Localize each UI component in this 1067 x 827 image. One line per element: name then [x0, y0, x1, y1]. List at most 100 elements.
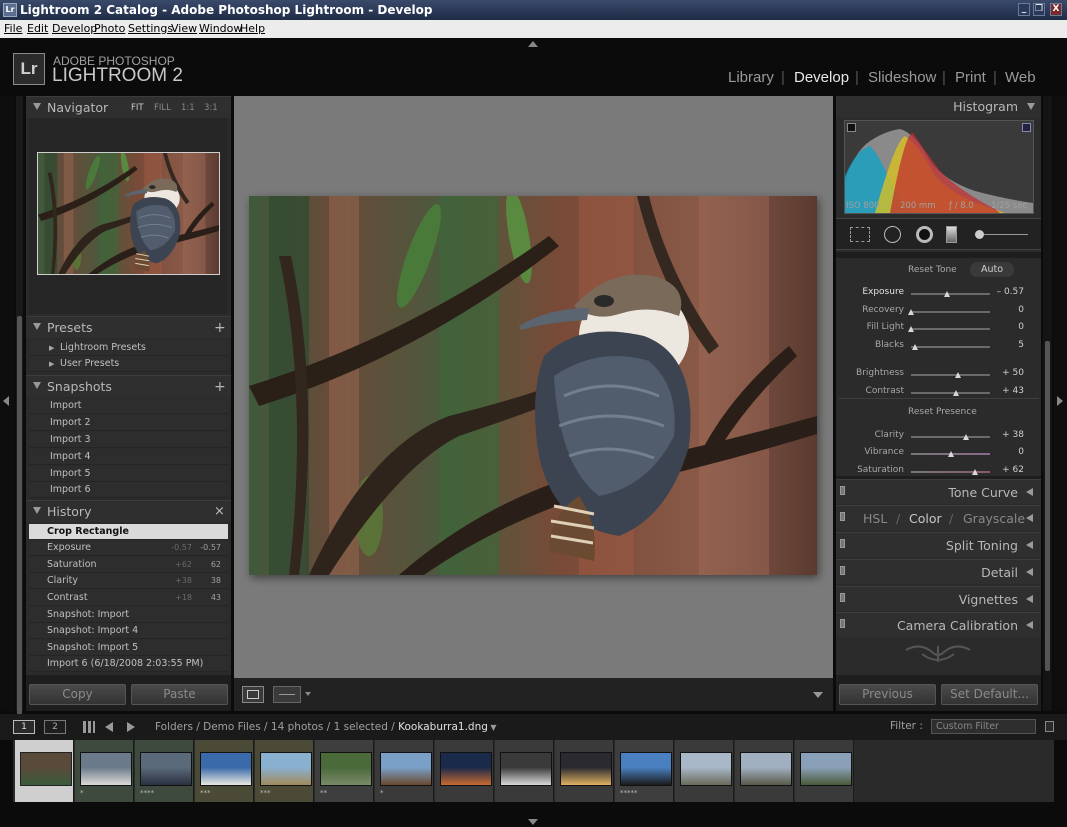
module-print[interactable]: Print [955, 69, 986, 86]
module-library[interactable]: Library [728, 69, 774, 86]
slider-value[interactable]: 0 [994, 322, 1024, 332]
histogram-header[interactable]: Histogram [836, 96, 1041, 118]
set-default-button[interactable]: Set Default... [941, 684, 1038, 705]
slider-track[interactable] [911, 311, 990, 313]
tone-curve-header[interactable]: Tone Curve [836, 479, 1041, 504]
navigator-preview[interactable] [37, 152, 220, 275]
copy-button[interactable]: Copy [29, 684, 126, 705]
filmstrip-thumbnail[interactable]: ** [315, 740, 374, 802]
filmstrip-thumbnail[interactable] [795, 740, 854, 802]
menu-edit[interactable]: Edit [27, 20, 48, 38]
slider-track[interactable] [911, 328, 990, 330]
filmstrip-thumbnail[interactable] [555, 740, 614, 802]
snapshot-item[interactable]: Import 3 [29, 432, 228, 448]
minimize-icon[interactable]: _ [1018, 3, 1030, 16]
scroll-thumb[interactable] [1045, 341, 1050, 671]
histogram-graph[interactable] [844, 120, 1034, 214]
slider-fill-light[interactable]: Fill Light 0 [836, 322, 1041, 336]
slider-contrast[interactable]: Contrast + 43 [836, 386, 1041, 400]
collapse-top-arrow-icon[interactable] [528, 41, 538, 47]
history-item[interactable]: Contrast +18 43 [29, 590, 228, 606]
toolbar-menu-icon[interactable] [813, 692, 823, 698]
slider-clarity[interactable]: Clarity + 38 [836, 430, 1041, 444]
filmstrip-thumbnail[interactable]: *** [195, 740, 254, 802]
slider-saturation[interactable]: Saturation + 62 [836, 465, 1041, 479]
history-item[interactable]: Snapshot: Import 4 [29, 623, 228, 639]
filmstrip-thumbnail[interactable] [495, 740, 554, 802]
nav-3-1[interactable]: 3:1 [204, 103, 218, 113]
shadow-clipping-icon[interactable] [847, 123, 856, 132]
spot-removal-icon[interactable] [884, 226, 901, 243]
slider-knob[interactable] [962, 434, 969, 440]
navigator-header[interactable]: Navigator FIT FILL 1:1 3:1 [26, 96, 231, 118]
collapse-right-arrow-icon[interactable] [1057, 396, 1063, 406]
history-header[interactable]: History × [26, 500, 231, 522]
presets-header[interactable]: Presets + [26, 316, 231, 338]
slider-track[interactable] [911, 346, 990, 348]
left-scrollbar[interactable] [16, 96, 23, 736]
slider-knob[interactable] [908, 309, 914, 315]
filter-dropdown[interactable]: Custom Filter [931, 719, 1036, 734]
filmstrip-thumbnail[interactable] [15, 740, 74, 802]
panel-switch-icon[interactable] [840, 566, 845, 575]
restore-icon[interactable]: ❐ [1033, 3, 1045, 16]
brush-slider[interactable] [984, 234, 1028, 235]
forward-arrow-icon[interactable] [127, 722, 135, 732]
filmstrip-thumbnail[interactable]: *** [255, 740, 314, 802]
slider-recovery[interactable]: Recovery 0 [836, 305, 1041, 319]
history-item[interactable]: Snapshot: Import [29, 607, 228, 623]
camera-calibration-header[interactable]: Camera Calibration [836, 612, 1041, 637]
collapse-bottom-arrow-icon[interactable] [528, 819, 538, 825]
snapshot-item[interactable]: Import 4 [29, 449, 228, 465]
menu-window[interactable]: Window [199, 20, 242, 38]
slider-track[interactable] [911, 471, 990, 473]
slider-value[interactable]: + 62 [994, 465, 1024, 475]
back-arrow-icon[interactable] [105, 722, 113, 732]
slider-blacks[interactable]: Blacks 5 [836, 340, 1041, 354]
grayscale-tab[interactable]: Grayscale [963, 511, 1025, 526]
adjustment-brush-icon[interactable] [975, 230, 984, 239]
slider-value[interactable]: + 50 [994, 368, 1024, 378]
menu-view[interactable]: View [171, 20, 197, 38]
add-preset-icon[interactable]: + [214, 320, 226, 336]
menu-settings[interactable]: Settings [128, 20, 173, 38]
hsl-header[interactable]: HSL / Color / Grayscale [836, 505, 1041, 530]
red-eye-icon[interactable] [916, 226, 933, 243]
history-item[interactable]: Import 6 (6/18/2008 2:03:55 PM) [29, 656, 228, 672]
slider-track[interactable] [911, 374, 990, 376]
slider-knob[interactable] [911, 344, 918, 350]
snapshot-item[interactable]: Import 5 [29, 466, 228, 482]
slider-track[interactable] [911, 392, 990, 394]
auto-tone-button[interactable]: Auto [970, 262, 1014, 277]
reset-presence-button[interactable]: Reset Presence [908, 407, 977, 417]
slider-value[interactable]: + 43 [994, 386, 1024, 396]
primary-window-button[interactable]: 1 [13, 720, 35, 734]
snapshots-header[interactable]: Snapshots + [26, 375, 231, 397]
filmstrip-thumbnail[interactable] [675, 740, 734, 802]
history-item[interactable]: Crop Rectangle [29, 524, 228, 540]
history-item[interactable]: Exposure -0.57 -0.57 [29, 540, 228, 556]
filmstrip-thumbnail[interactable]: * [75, 740, 134, 802]
slider-knob[interactable] [955, 372, 962, 378]
detail-header[interactable]: Detail [836, 559, 1041, 584]
graduated-filter-icon[interactable] [946, 226, 957, 243]
slider-value[interactable]: 5 [994, 340, 1024, 350]
slider-brightness[interactable]: Brightness + 50 [836, 368, 1041, 382]
split-toning-header[interactable]: Split Toning [836, 532, 1041, 557]
collapse-left-arrow-icon[interactable] [3, 396, 9, 406]
preset-folder[interactable]: ▶ Lightroom Presets [29, 340, 228, 356]
history-item[interactable]: Snapshot: Import 5 [29, 640, 228, 656]
snapshot-item[interactable]: Import 6 [29, 482, 228, 498]
right-scrollbar[interactable] [1043, 96, 1052, 711]
close-icon[interactable]: X [1050, 3, 1062, 16]
panel-switch-icon[interactable] [840, 619, 845, 628]
slider-value[interactable]: – 0.57 [994, 287, 1024, 297]
menu-help[interactable]: Help [240, 20, 265, 38]
snapshot-item[interactable]: Import [29, 398, 228, 414]
menu-file[interactable]: File [4, 20, 22, 38]
secondary-window-button[interactable]: 2 [44, 720, 66, 734]
slider-exposure[interactable]: Exposure – 0.57 [836, 287, 1041, 301]
module-slideshow[interactable]: Slideshow [868, 69, 936, 86]
menu-photo[interactable]: Photo [94, 20, 125, 38]
slider-value[interactable]: 0 [994, 305, 1024, 315]
